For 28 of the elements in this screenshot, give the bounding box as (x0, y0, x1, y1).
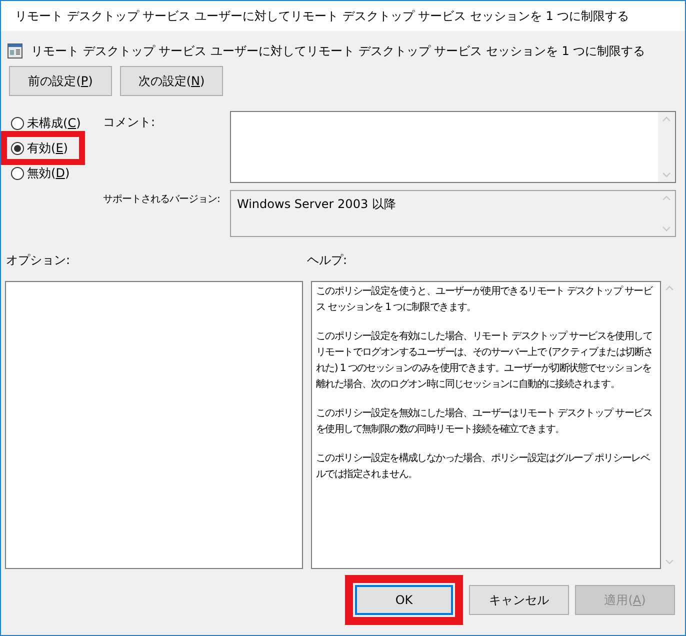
radio-button[interactable] (11, 116, 24, 130)
radio-label[interactable]: 未構成(C) (27, 114, 81, 132)
scroll-down-icon[interactable] (662, 226, 671, 232)
policy-title: リモート デスクトップ サービス ユーザーに対してリモート デスクトップ サービス セッションを 1 つに制限する (31, 43, 646, 60)
nav-button[interactable]: 次の設定(N) (120, 66, 223, 96)
comment-field[interactable] (230, 111, 676, 183)
policy-icon (7, 43, 23, 59)
supported-value: Windows Server 2003 以降 (236, 196, 397, 213)
dialog-button[interactable]: キャンセル (469, 585, 569, 615)
scroll-up-icon[interactable] (662, 116, 671, 122)
scroll-up-icon[interactable] (665, 285, 674, 291)
help-paragraph: このポリシー設定を無効にした場合、ユーザーはリモート デスクトップ サービスを使用して無制限の数の同時リモート接続を確立できます。 (316, 406, 653, 437)
nav-button[interactable]: 前の設定(P) (9, 66, 112, 96)
radio-button[interactable] (11, 166, 24, 180)
supported-label: サポートされるバージョン: (102, 193, 221, 207)
help-paragraph: このポリシー設定を使うと、ユーザーが使用できるリモート デスクトップ サービス セッションを 1 つに制限できます。 (316, 284, 654, 315)
radio-button[interactable] (11, 142, 24, 154)
radio-label[interactable]: 無効(D) (27, 164, 70, 182)
window-title: リモート デスクトップ サービス ユーザーに対してリモート デスクトップ サービス セッションを 1 つに制限する (15, 8, 630, 25)
help-label: ヘルプ: (307, 252, 348, 269)
ok-button[interactable]: OK (355, 585, 453, 615)
scroll-down-icon[interactable] (662, 172, 671, 178)
help-paragraph: このポリシー設定を有効にした場合、リモート デスクトップ サービスを使用してリモートでログオンするユーザーは、そのサーバー上で (アクティブまたは切断された) 1 つのセッションのみを使用できます。ユーザーが切断状態でセッションを離れた場合、次のログオン時に同じセッションに自動的に接続されます。 (316, 330, 654, 392)
help-paragraph: このポリシー設定を構成しなかった場合、ポリシー設定はグループ ポリシーレベルでは指定されません。 (316, 452, 651, 482)
scroll-down-icon[interactable] (665, 559, 674, 565)
comment-label: コメント: (102, 114, 156, 131)
scroll-up-icon[interactable] (662, 195, 671, 201)
options-label: オプション: (5, 252, 72, 269)
